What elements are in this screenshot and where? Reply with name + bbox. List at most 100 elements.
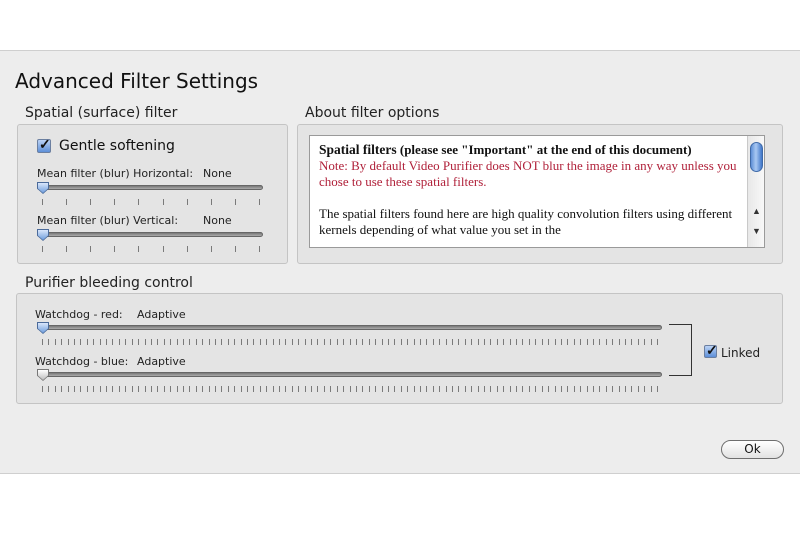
tick-mark <box>586 386 588 392</box>
tick-mark <box>349 386 351 392</box>
tick-mark <box>624 386 626 392</box>
tick-mark <box>253 386 255 392</box>
about-text-view[interactable]: Spatial filters (please see "Important" … <box>309 135 765 248</box>
about-group-label: About filter options <box>305 105 440 121</box>
ok-button[interactable]: Ok <box>721 440 784 459</box>
tick-mark <box>144 386 146 392</box>
tick-mark <box>573 386 575 392</box>
tick-mark <box>490 339 492 345</box>
tick-mark <box>80 386 82 392</box>
tick-mark <box>445 339 447 345</box>
tick-mark <box>208 339 210 345</box>
tick-mark <box>48 386 50 392</box>
tick-mark <box>131 386 133 392</box>
tick-mark <box>355 386 357 392</box>
tick-mark <box>375 339 377 345</box>
scroll-up-arrow-icon[interactable]: ▲ <box>752 206 761 216</box>
watchdog-blue-value: Adaptive <box>137 355 186 368</box>
tick-mark <box>266 386 268 392</box>
tick-mark <box>195 386 197 392</box>
tick-mark <box>240 386 242 392</box>
window-title: Advanced Filter Settings <box>15 69 259 93</box>
tick-mark <box>554 339 556 345</box>
tick-mark <box>413 386 415 392</box>
tick-mark <box>323 386 325 392</box>
tick-mark <box>234 386 236 392</box>
tick-mark <box>605 339 607 345</box>
tick-mark <box>118 386 120 392</box>
tick-mark <box>298 339 300 345</box>
tick-mark <box>464 386 466 392</box>
tick-mark <box>644 386 646 392</box>
tick-mark <box>214 386 216 392</box>
tick-mark <box>381 386 383 392</box>
mean-vertical-value: None <box>203 214 232 227</box>
tick-mark <box>490 386 492 392</box>
watchdog-red-label: Watchdog - red: <box>35 308 123 321</box>
tick-mark <box>259 339 261 345</box>
tick-mark <box>471 386 473 392</box>
tick-mark <box>330 386 332 392</box>
tick-mark <box>330 339 332 345</box>
tick-mark <box>189 386 191 392</box>
tick-mark <box>253 339 255 345</box>
tick-mark <box>99 339 101 345</box>
tick-mark <box>61 339 63 345</box>
tick-mark <box>67 339 69 345</box>
spatial-group-label: Spatial (surface) filter <box>25 105 178 121</box>
tick-mark <box>458 386 460 392</box>
tick-mark <box>80 339 82 345</box>
tick-mark <box>381 339 383 345</box>
about-scrollbar[interactable]: ▲ ▼ <box>747 136 764 247</box>
tick-mark <box>189 339 191 345</box>
scroll-down-arrow-icon[interactable]: ▼ <box>752 226 761 236</box>
tick-mark <box>599 339 601 345</box>
mean-horizontal-slider-thumb[interactable] <box>38 183 48 193</box>
about-scroll-thumb[interactable] <box>750 142 763 172</box>
tick-mark <box>285 386 287 392</box>
mean-horizontal-slider-track[interactable] <box>37 185 263 190</box>
tick-mark <box>259 386 261 392</box>
tick-mark <box>170 339 172 345</box>
mean-vertical-slider-thumb[interactable] <box>38 230 48 240</box>
tick-mark <box>445 386 447 392</box>
tick-mark <box>439 339 441 345</box>
tick-mark <box>368 339 370 345</box>
tick-mark <box>42 386 43 392</box>
tick-mark <box>637 339 639 345</box>
tick-mark <box>612 386 614 392</box>
tick-mark <box>208 386 210 392</box>
watchdog-red-slider-track[interactable] <box>37 325 662 330</box>
tick-mark <box>432 386 434 392</box>
tick-mark <box>125 386 127 392</box>
tick-mark <box>548 386 550 392</box>
tick-mark <box>291 339 293 345</box>
tick-mark <box>48 339 50 345</box>
tick-mark <box>599 386 601 392</box>
tick-mark <box>567 339 569 345</box>
tick-mark <box>131 339 133 345</box>
tick-mark <box>247 386 248 392</box>
about-heading-rest: (please see "Important" at the end of th… <box>396 142 692 157</box>
tick-mark <box>477 339 479 345</box>
checkmark-icon: ✓ <box>706 342 718 358</box>
mean-vertical-slider-track[interactable] <box>37 232 263 237</box>
watchdog-blue-slider-track[interactable] <box>37 372 662 377</box>
linked-checkbox[interactable]: ✓ <box>704 342 718 358</box>
tick-mark <box>234 339 236 345</box>
bleeding-group-label: Purifier bleeding control <box>25 275 193 291</box>
tick-mark <box>387 339 389 345</box>
tick-mark <box>432 339 434 345</box>
mean-vertical-label: Mean filter (blur) Vertical: <box>37 214 179 227</box>
tick-mark <box>42 339 43 345</box>
tick-mark <box>170 386 172 392</box>
tick-mark <box>163 339 165 345</box>
tick-mark <box>86 386 88 392</box>
tick-mark <box>227 386 229 392</box>
tick-mark <box>195 339 197 345</box>
tick-mark <box>150 386 152 392</box>
tick-mark <box>272 339 274 345</box>
gentle-softening-checkbox[interactable]: ✓ <box>37 136 51 153</box>
tick-mark <box>298 386 300 392</box>
tick-mark <box>118 339 120 345</box>
